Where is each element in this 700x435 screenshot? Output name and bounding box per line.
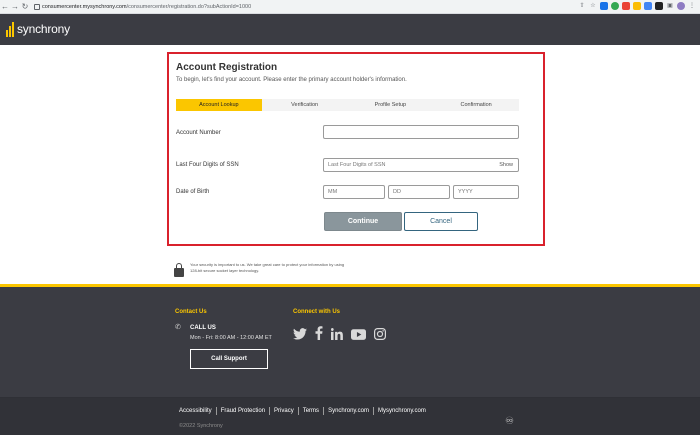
step-confirmation: Confirmation: [460, 102, 492, 108]
footer-link-mysynchrony[interactable]: Mysynchrony.com: [374, 408, 430, 414]
step-account-lookup: Account Lookup: [176, 99, 262, 111]
extension-icon[interactable]: [655, 2, 663, 10]
phone-icon: ✆: [175, 324, 181, 331]
footer-link-fraud-protection[interactable]: Fraud Protection: [217, 408, 269, 414]
security-text: Your security is important to us. We tak…: [190, 262, 345, 273]
back-icon[interactable]: ←: [0, 1, 10, 13]
profile-avatar[interactable]: [677, 2, 685, 10]
extension-icon[interactable]: [622, 2, 630, 10]
twitter-icon[interactable]: [293, 327, 307, 345]
ssn-field-wrapper: Show: [323, 158, 519, 172]
call-us-title: CALL US: [190, 325, 216, 331]
puzzle-icon[interactable]: ▣: [666, 2, 674, 10]
social-links: [293, 326, 386, 345]
footer-link-accessibility[interactable]: Accessibility: [175, 408, 216, 414]
star-icon[interactable]: ☆: [589, 2, 597, 10]
padlock-icon: [174, 263, 184, 277]
contact-heading: Contact Us: [175, 309, 207, 315]
synchrony-logo[interactable]: synchrony: [6, 20, 70, 38]
address-bar[interactable]: consumercenter.mysynchrony.com/consumerc…: [42, 4, 251, 10]
footer-link-synchrony[interactable]: Synchrony.com: [324, 408, 373, 414]
logo-text: synchrony: [17, 22, 70, 36]
footer-links: Accessibility Fraud Protection Privacy T…: [175, 407, 430, 415]
linkedin-icon[interactable]: [331, 327, 343, 345]
dob-day-input[interactable]: [388, 185, 450, 199]
youtube-icon[interactable]: [351, 327, 366, 345]
security-note: Your security is important to us. We tak…: [174, 262, 350, 277]
reload-icon[interactable]: ↻: [20, 1, 30, 13]
connect-heading: Connect with Us: [293, 309, 341, 315]
forward-icon[interactable]: →: [10, 1, 20, 13]
extension-bar: ⇧ ☆ ▣ ⋮: [578, 2, 696, 10]
ssn-input[interactable]: [323, 158, 483, 172]
site-header: synchrony: [0, 14, 700, 45]
url-path: /consumercenter/registration.do?subActio…: [126, 3, 252, 10]
cancel-button[interactable]: Cancel: [404, 212, 478, 231]
step-profile-setup: Profile Setup: [374, 102, 407, 108]
url-host: consumercenter.mysynchrony.com: [42, 3, 127, 10]
browser-toolbar: ← → ↻ consumercenter.mysynchrony.com/con…: [0, 0, 700, 14]
account-number-input[interactable]: [323, 125, 519, 139]
extension-icon[interactable]: [600, 2, 608, 10]
extension-icon[interactable]: [644, 2, 652, 10]
dob-label: Date of Birth: [176, 189, 210, 195]
dob-year-input[interactable]: [453, 185, 519, 199]
registration-card: Account Registration To begin, let's fin…: [167, 52, 545, 246]
logo-mark-icon: [6, 21, 15, 37]
instagram-icon[interactable]: [374, 327, 386, 345]
footer-link-terms[interactable]: Terms: [299, 408, 323, 414]
menu-icon[interactable]: ⋮: [688, 2, 696, 10]
call-hours: Mon - Fri: 8:00 AM - 12:00 AM ET: [190, 335, 272, 341]
call-support-button[interactable]: Call Support: [190, 349, 268, 369]
dob-month-input[interactable]: [323, 185, 385, 199]
step-verification: Verification: [291, 102, 319, 108]
lock-icon[interactable]: [34, 3, 40, 10]
accessibility-icon[interactable]: ♾: [505, 416, 514, 427]
share-icon[interactable]: ⇧: [578, 2, 586, 10]
account-number-label: Account Number: [176, 130, 221, 136]
page-title: Account Registration: [176, 62, 278, 73]
continue-button[interactable]: Continue: [324, 212, 402, 231]
site-footer: Contact Us Connect with Us ✆ CALL US Mon…: [0, 284, 700, 435]
footer-link-privacy[interactable]: Privacy: [270, 408, 298, 414]
copyright: ©2022 Synchrony: [179, 423, 223, 429]
extension-icon[interactable]: [611, 2, 619, 10]
ssn-label: Last Four Digits of SSN: [176, 162, 239, 168]
extension-icon[interactable]: [633, 2, 641, 10]
show-ssn-toggle[interactable]: Show: [499, 159, 513, 171]
page-subtitle: To begin, let's find your account. Pleas…: [176, 77, 407, 83]
progress-steps: Account Lookup Verification Profile Setu…: [176, 99, 519, 111]
footer-bottom: Accessibility Fraud Protection Privacy T…: [0, 398, 700, 435]
facebook-icon[interactable]: [315, 326, 323, 345]
